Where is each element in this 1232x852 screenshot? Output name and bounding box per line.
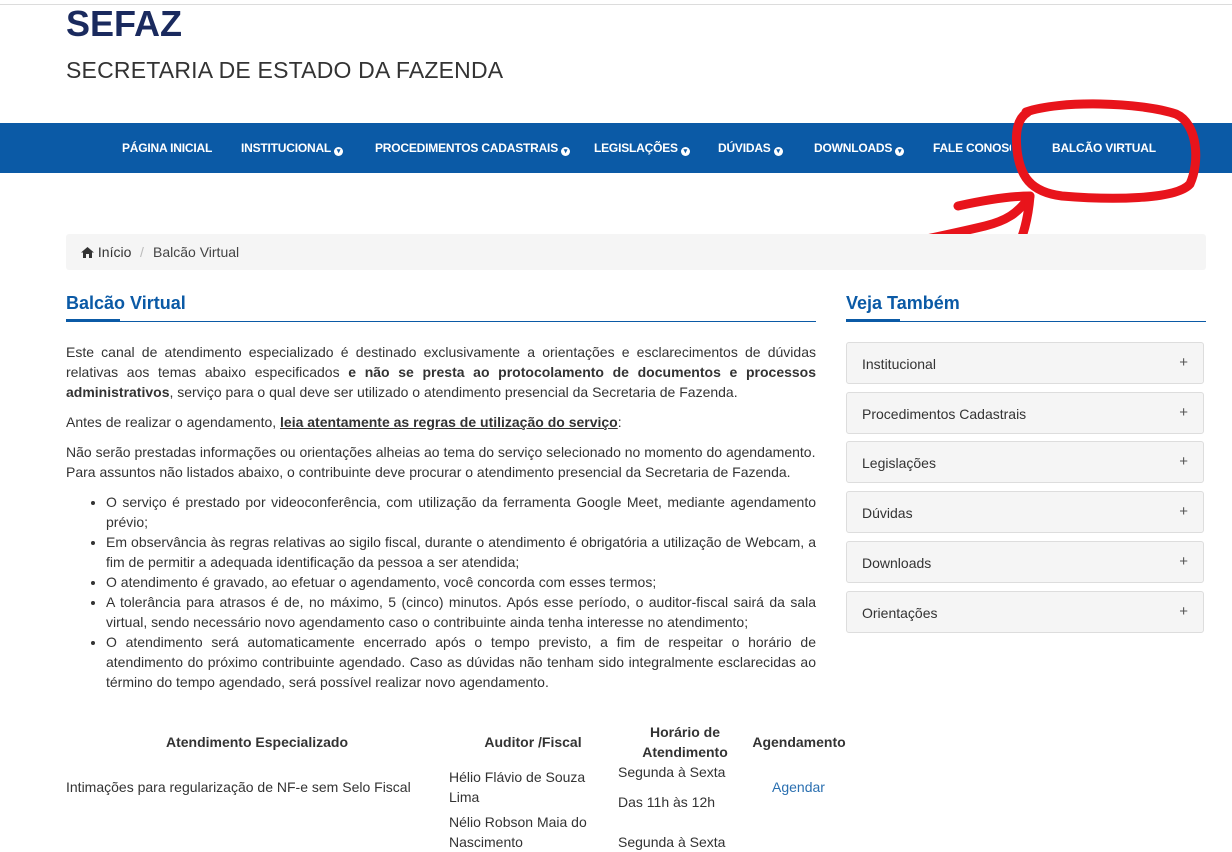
breadcrumb-home[interactable]: Início <box>81 234 131 270</box>
table-header-booking: Agendamento <box>752 734 846 750</box>
breadcrumb-separator: / <box>140 244 144 260</box>
site-subtitle: SECRETARIA DE ESTADO DA FAZENDA <box>66 57 504 83</box>
plus-icon: + <box>1179 404 1188 421</box>
sidebar-item-label: Orientações <box>862 605 938 621</box>
nav-item-label: PÁGINA INICIAL <box>122 141 213 155</box>
sidebar-item-institucional[interactable]: Institucional + <box>846 342 1204 384</box>
chevron-down-icon: ▾ <box>334 147 344 156</box>
sidebar-title-accent <box>846 319 900 322</box>
table-header-schedule: Horário de Atendimento <box>642 724 728 760</box>
rules-intro-text: Antes de realizar o agendamento, <box>66 414 281 430</box>
nav-item-label: BALCÃO VIRTUAL <box>1052 141 1156 155</box>
list-item: O atendimento é gravado, ao efetuar o ag… <box>106 572 816 592</box>
table-cell-auditor: Nélio Robson Maia do Nascimento <box>449 814 587 850</box>
rules-intro-colon: : <box>617 414 622 430</box>
nav-item-legislacoes[interactable]: LEGISLAÇÕES ▾ <box>594 123 690 173</box>
home-icon <box>81 247 94 258</box>
rules-link[interactable]: leia atentamente as regras de utilização… <box>280 414 618 430</box>
page-title-accent <box>66 319 120 322</box>
sidebar-item-label: Dúvidas <box>862 505 913 521</box>
table-header-auditor: Auditor /Fiscal <box>484 734 582 750</box>
nav-item-label: LEGISLAÇÕES <box>594 141 678 155</box>
page-title: Balcão Virtual <box>66 293 186 313</box>
nav-item-label: INSTITUCIONAL <box>241 141 332 155</box>
chevron-down-icon: ▾ <box>561 147 570 156</box>
sidebar-item-label: Downloads <box>862 555 932 571</box>
breadcrumb-current: Balcão Virtual <box>153 244 240 260</box>
sidebar-item-downloads[interactable]: Downloads + <box>846 541 1204 583</box>
top-border <box>0 0 1232 5</box>
sidebar-item-procedimentos-cadastrais[interactable]: Procedimentos Cadastrais + <box>846 392 1204 434</box>
schedule-link[interactable]: Agendar <box>772 777 825 797</box>
nav-item-label: DOWNLOADS <box>814 141 893 155</box>
list-item: O serviço é prestado por videoconferênci… <box>106 492 816 532</box>
sidebar-item-duvidas[interactable]: Dúvidas + <box>846 491 1204 533</box>
table-cell-days: Segunda à Sexta <box>618 764 726 780</box>
plus-icon: + <box>1179 603 1188 620</box>
main-content: Este canal de atendimento especializado … <box>66 342 816 692</box>
plus-icon: + <box>1179 453 1188 470</box>
nav-item-balcao-virtual[interactable]: BALCÃO VIRTUAL <box>1052 123 1156 173</box>
table-cell-days: Segunda à Sexta <box>618 834 726 850</box>
notice-paragraph: Não serão prestadas informações ou orien… <box>66 444 816 480</box>
sidebar-item-orientacoes[interactable]: Orientações + <box>846 591 1204 633</box>
table-cell-service: Intimações para regularização de NF-e se… <box>66 779 411 795</box>
sidebar-title: Veja Também <box>846 293 960 313</box>
nav-item-label: FALE CONOSCO <box>933 141 1011 155</box>
list-item: Em observância às regras relativas ao si… <box>106 532 816 572</box>
nav-item-label: DÚVIDAS <box>718 141 771 155</box>
chevron-down-icon: ▾ <box>773 147 783 156</box>
breadcrumb-home-label: Início <box>97 244 132 260</box>
sidebar-item-label: Institucional <box>862 356 936 372</box>
site-logo[interactable]: SEFAZ <box>66 3 182 45</box>
intro-text-end: , serviço para o qual deve ser utilizado… <box>169 384 738 400</box>
list-item: O atendimento será automaticamente encer… <box>106 632 816 692</box>
nav-item-downloads[interactable]: DOWNLOADS ▾ <box>814 123 905 173</box>
plus-icon: + <box>1179 553 1188 570</box>
table-cell-hours: Das 11h às 12h <box>618 794 716 810</box>
chevron-down-icon: ▾ <box>895 147 905 156</box>
main-navbar: PÁGINA INICIAL INSTITUCIONAL ▾ PROCEDIMEN… <box>0 123 1232 173</box>
sidebar-item-label: Procedimentos Cadastrais <box>862 406 1027 422</box>
nav-item-institucional[interactable]: INSTITUCIONAL ▾ <box>241 123 344 173</box>
nav-item-duvidas[interactable]: DÚVIDAS ▾ <box>718 123 783 173</box>
intro-paragraph: Este canal de atendimento especializado … <box>66 342 816 402</box>
nav-item-fale-conosco[interactable]: FALE CONOSCO <box>933 123 1011 173</box>
plus-icon: + <box>1179 354 1188 371</box>
sidebar-item-legislacoes[interactable]: Legislações + <box>846 441 1204 483</box>
sidebar-item-label: Legislações <box>862 455 936 471</box>
table-header-service: Atendimento Especializado <box>165 734 349 750</box>
sidebar-title-rule <box>846 321 1206 322</box>
rules-list: O serviço é prestado por videoconferênci… <box>66 492 816 692</box>
rules-intro-paragraph: Antes de realizar o agendamento, leia at… <box>66 412 816 432</box>
nav-item-pagina-inicial[interactable]: PÁGINA INICIAL <box>122 123 212 173</box>
nav-item-label: PROCEDIMENTOS CADASTRAIS <box>375 141 558 155</box>
plus-icon: + <box>1179 503 1188 520</box>
page-title-rule <box>66 321 816 322</box>
list-item: A tolerância para atrasos é de, no máxim… <box>106 592 816 632</box>
breadcrumb: Início / Balcão Virtual <box>66 234 1206 270</box>
nav-item-procedimentos-cadastrais[interactable]: PROCEDIMENTOS CADASTRAIS ▾ <box>375 123 570 173</box>
chevron-down-icon: ▾ <box>680 147 690 156</box>
table-cell-auditor: Hélio Flávio de Souza Lima <box>449 769 586 805</box>
